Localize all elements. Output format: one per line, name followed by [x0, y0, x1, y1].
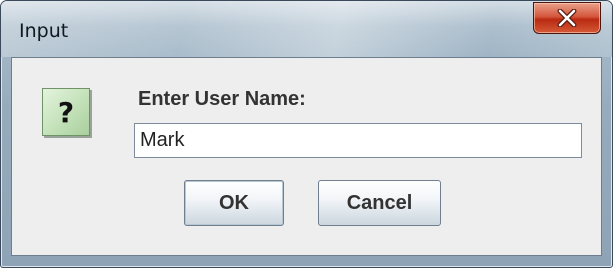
ok-button[interactable]: OK [184, 180, 284, 226]
input-dialog-window: Input ? Enter User Name: OK Cancel [0, 0, 613, 268]
cancel-button[interactable]: Cancel [318, 180, 441, 226]
close-button[interactable] [533, 2, 601, 34]
close-x-icon [557, 9, 577, 27]
prompt-label: Enter User Name: [138, 88, 306, 110]
user-name-input[interactable] [134, 123, 582, 158]
window-title: Input [19, 20, 69, 42]
title-bar[interactable]: Input [1, 1, 612, 57]
dialog-content: ? Enter User Name: OK Cancel [11, 57, 602, 256]
question-icon: ? [42, 88, 90, 136]
